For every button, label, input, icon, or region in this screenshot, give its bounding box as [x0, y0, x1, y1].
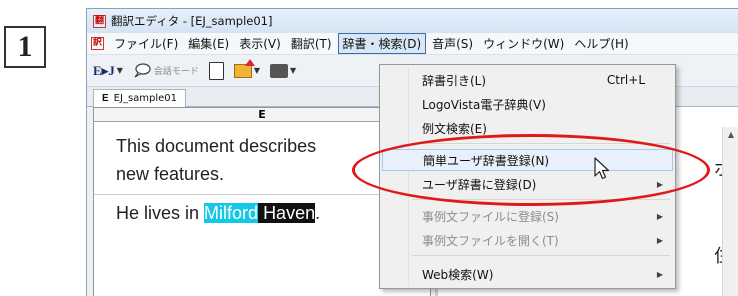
- tab-label: EJ_sample01: [113, 93, 178, 104]
- ej-label: E▸J: [93, 62, 115, 78]
- print-button[interactable]: ▼: [270, 63, 297, 78]
- step-number-badge: 1: [4, 26, 46, 68]
- open-file-button[interactable]: ▼: [233, 58, 261, 78]
- document-icon[interactable]: 訳: [91, 37, 104, 50]
- menu-item-dictionary-lookup[interactable]: 辞書引き(L) Ctrl+L: [382, 69, 673, 91]
- title-bar[interactable]: 翻 翻訳エディタ - [EJ_sample01]: [87, 9, 738, 33]
- menu-item-shortcut: Ctrl+L: [606, 73, 645, 87]
- selected-word-milford[interactable]: Milford: [204, 203, 259, 223]
- menu-translate[interactable]: 翻訳(T): [287, 34, 336, 53]
- tab-letter: E: [102, 93, 109, 104]
- menu-item-web-search[interactable]: Web検索(W) ▶: [382, 263, 673, 285]
- open-folder-icon: [233, 58, 255, 78]
- scroll-up-icon[interactable]: ▲: [723, 127, 738, 143]
- menu-item-logovista-dictionary[interactable]: LogoVista電子辞典(V): [382, 93, 673, 115]
- menu-item-label: 例文検索(E): [422, 121, 487, 136]
- menu-separator: [412, 255, 670, 256]
- app-icon: 翻: [93, 14, 106, 28]
- annotation-ellipse: [352, 134, 710, 206]
- chevron-down-icon: ▼: [290, 66, 297, 75]
- tab-ej-sample01[interactable]: E EJ_sample01: [93, 89, 187, 107]
- window-title: 翻訳エディタ - [EJ_sample01]: [111, 14, 273, 28]
- menu-edit[interactable]: 編集(E): [184, 34, 233, 53]
- menu-item-label: Web検索(W): [422, 267, 494, 282]
- sentence-suffix: .: [315, 203, 321, 223]
- sentence-prefix: He lives in: [116, 203, 205, 223]
- selected-word-haven[interactable]: Haven: [263, 203, 316, 223]
- vertical-scrollbar[interactable]: ▲: [722, 127, 738, 296]
- conversation-mode-button[interactable]: 会話モード: [133, 62, 199, 79]
- mouse-cursor-icon: [594, 157, 610, 180]
- menu-view[interactable]: 表示(V): [235, 34, 285, 53]
- menu-window[interactable]: ウィンドウ(W): [479, 34, 568, 53]
- printer-icon: [270, 63, 289, 78]
- menu-audio[interactable]: 音声(S): [428, 34, 477, 53]
- menu-item-label: 辞書引き(L): [422, 73, 487, 88]
- submenu-arrow-icon: ▶: [656, 269, 663, 279]
- menu-item-label: 事例文ファイルに登録(S): [422, 209, 559, 224]
- menu-help[interactable]: ヘルプ(H): [570, 34, 632, 53]
- screenshot-stage: 1 翻 翻訳エディタ - [EJ_sample01] 訳 ファイル(F) 編集(…: [0, 0, 738, 296]
- chevron-down-icon: ▼: [253, 66, 261, 75]
- menu-item-label: LogoVista電子辞典(V): [422, 97, 546, 112]
- translate-direction-button[interactable]: E▸J ▼: [93, 63, 123, 79]
- submenu-arrow-icon: ▶: [656, 235, 663, 245]
- new-document-icon: [208, 61, 224, 80]
- menu-bar: 訳 ファイル(F) 編集(E) 表示(V) 翻訳(T) 辞書・検索(D) 音声(…: [87, 33, 738, 55]
- new-document-button[interactable]: [208, 61, 224, 80]
- speech-bubble-icon: [134, 62, 151, 78]
- menu-dictionary-search[interactable]: 辞書・検索(D): [337, 33, 427, 54]
- menu-file[interactable]: ファイル(F): [110, 34, 182, 53]
- menu-item-register-example-file[interactable]: 事例文ファイルに登録(S) ▶: [382, 205, 673, 227]
- menu-item-label: 事例文ファイルを開く(T): [422, 233, 559, 248]
- menu-item-open-example-file[interactable]: 事例文ファイルを開く(T) ▶: [382, 229, 673, 251]
- conversation-mode-label: 会話モード: [153, 67, 199, 77]
- chevron-down-icon: ▼: [116, 66, 123, 75]
- submenu-arrow-icon: ▶: [656, 211, 663, 221]
